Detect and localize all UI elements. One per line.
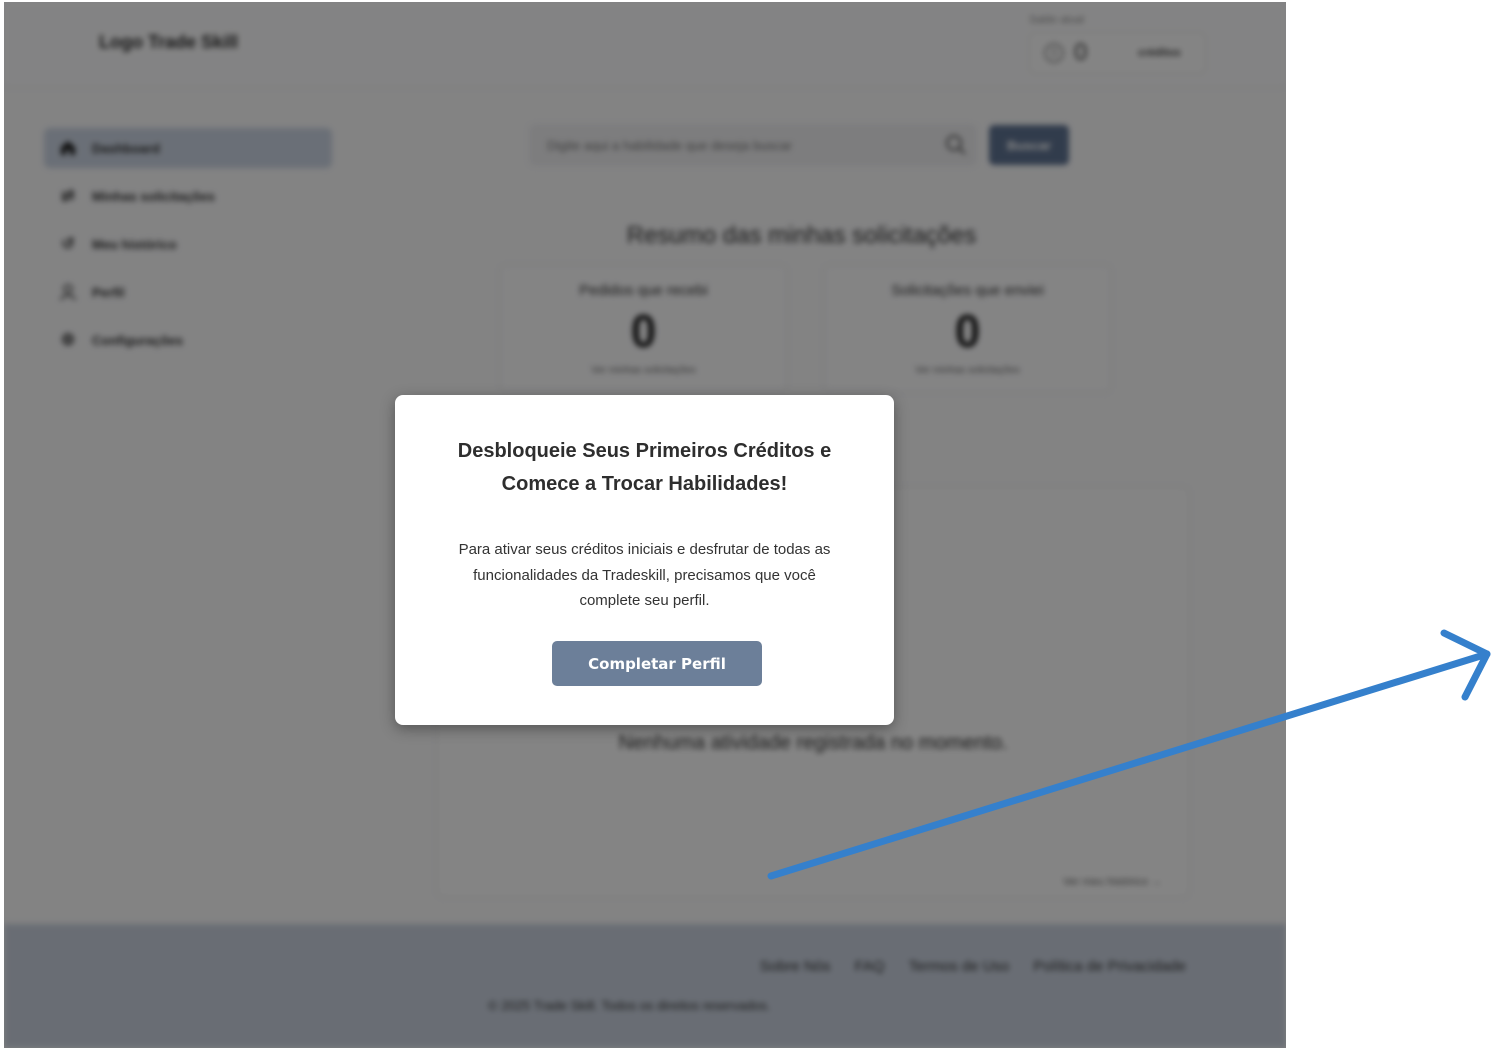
arrow-head: [1440, 629, 1491, 701]
app-window: Logo Trade Skill Saldo atual $ 0 crédito…: [4, 2, 1286, 1048]
modal-title: Desbloqueie Seus Primeiros Créditos e Co…: [457, 440, 832, 495]
complete-profile-button[interactable]: Completar Perfil: [552, 641, 762, 686]
complete-profile-modal: Desbloqueie Seus Primeiros Créditos e Co…: [395, 395, 894, 725]
modal-body: Para ativar seus créditos iniciais e des…: [458, 541, 831, 609]
